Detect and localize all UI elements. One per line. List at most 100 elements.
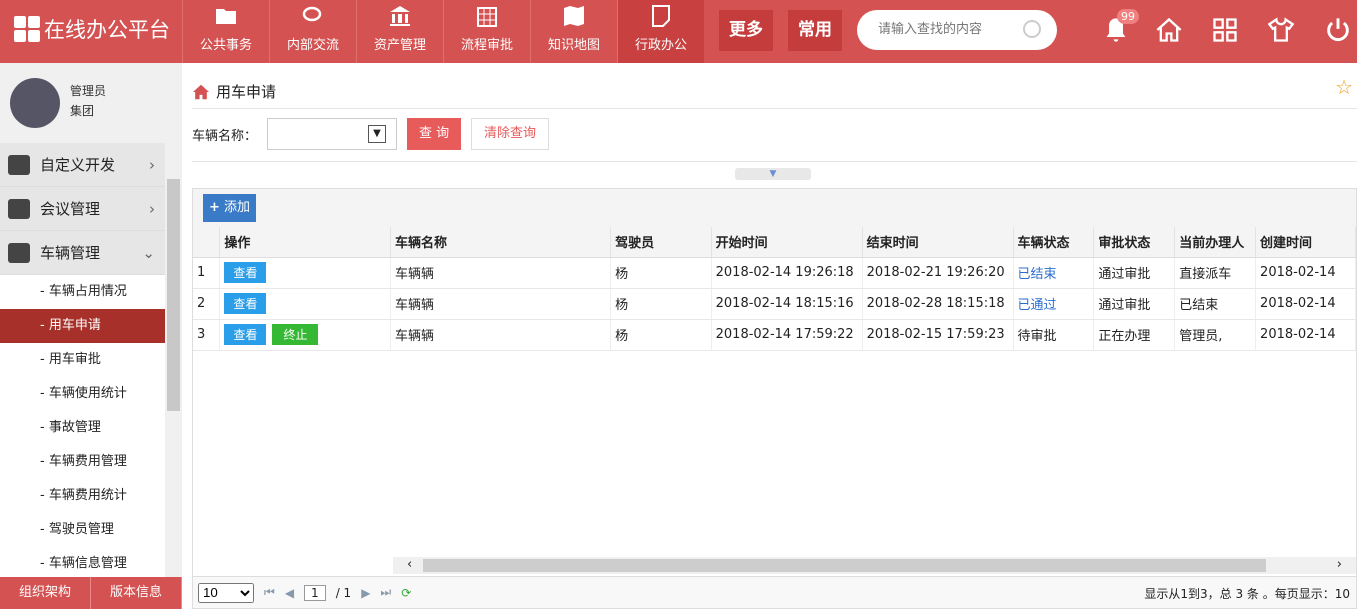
vehicle-name-select[interactable]: ▼ (267, 118, 398, 150)
cell-start: 2018-02-14 19:26:18 (711, 257, 863, 289)
sidebar-item[interactable]: - 事故管理 (0, 411, 165, 445)
org-structure-button[interactable]: 组织架构 (0, 577, 91, 609)
star-icon[interactable]: ☆ (1335, 75, 1353, 99)
page-input[interactable]: 1 (304, 584, 326, 601)
view-button[interactable]: 查看 (224, 293, 267, 314)
scroll-thumb[interactable] (167, 179, 180, 411)
cell-created: 2018-02-14 (1255, 257, 1356, 289)
scroll-left-icon[interactable]: ‹ (407, 557, 412, 572)
car-icon (8, 243, 30, 263)
end-text: 2018-02-15 17:59:23 (866, 327, 1005, 342)
avatar (10, 78, 60, 128)
grid-icon[interactable] (1211, 16, 1239, 44)
group-label: 自定义开发 (40, 156, 116, 174)
flag-icon (8, 199, 30, 219)
home-icon[interactable] (1155, 16, 1183, 44)
version-info-button[interactable]: 版本信息 (91, 577, 182, 609)
sidebar-scrollbar[interactable] (165, 143, 182, 577)
col-header[interactable]: 结束时间 (862, 227, 1014, 258)
search-input[interactable]: 请输入查找的内容 (857, 10, 1057, 50)
app-title: 在线办公平台 (44, 18, 170, 42)
horizontal-scrollbar[interactable]: ‹ › (393, 557, 1356, 574)
collapse-toggle[interactable]: ▼ (735, 168, 811, 180)
scroll-right-icon[interactable]: › (1337, 557, 1342, 572)
sidebar-group-meetings[interactable]: 会议管理 › (0, 187, 165, 231)
nav-internal-comm[interactable]: 内部交流 (269, 0, 356, 63)
sidebar-item-active[interactable]: - 用车申请 (0, 309, 165, 343)
pagination: 10 ⏮ ◀ 1 / 1 ▶ ⏭ ⟳ 显示从1到3，总 3 条 。每页显示：10 (193, 576, 1356, 608)
main-content: 用车申请 ☆ 车辆名称： ▼ 查 询 清除查询 ▼ + 添加 操作 车辆名称 驾… (182, 63, 1357, 609)
nav-assets[interactable]: 资产管理 (356, 0, 443, 63)
view-button[interactable]: 查看 (224, 324, 267, 345)
col-header[interactable]: 当前办理人 (1174, 227, 1257, 258)
created-text: 2018-02-14 (1260, 296, 1336, 311)
first-page-icon[interactable]: ⏮ (264, 585, 275, 600)
cell-start: 2018-02-14 17:59:22 (711, 319, 863, 351)
sidebar-item[interactable]: - 车辆信息管理 (0, 547, 165, 581)
refresh-icon[interactable]: ⟳ (401, 586, 411, 600)
nav-label: 流程审批 (460, 38, 513, 53)
search-icon[interactable] (1023, 20, 1041, 38)
cell-driver: 杨 (610, 288, 712, 320)
page-size-select[interactable]: 10 (198, 582, 254, 603)
shirt-icon[interactable] (1267, 16, 1295, 44)
logo: 在线办公平台 (14, 14, 170, 44)
next-page-icon[interactable]: ▶ (361, 586, 370, 600)
table-row[interactable]: 3 查看 终止 车辆辆杨 2018-02-14 17:59:22 2018-02-15 1… (193, 319, 1356, 351)
col-header (193, 227, 221, 258)
cell-driver: 杨 (610, 257, 712, 289)
add-button[interactable]: + 添加 (203, 194, 257, 222)
sidebar-item[interactable]: - 用车审批 (0, 343, 165, 377)
start-text: 2018-02-14 19:26:18 (715, 265, 854, 280)
nav-public-affairs[interactable]: 公共事务 (182, 0, 269, 63)
col-header[interactable]: 创建时间 (1255, 227, 1356, 258)
sidebar-item[interactable]: - 车辆占用情况 (0, 275, 165, 309)
col-header[interactable]: 车辆名称 (390, 227, 612, 258)
vehicle-table: 操作 车辆名称 驾驶员 开始时间 结束时间 车辆状态 审批状态 当前办理人 创建… (193, 227, 1356, 351)
sidebar-group-vehicles[interactable]: 车辆管理 ⌄ (0, 231, 165, 275)
sidebar-item[interactable]: - 车辆使用统计 (0, 377, 165, 411)
sidebar-item[interactable]: - 车辆费用统计 (0, 479, 165, 513)
cell-actions: 查看 (219, 288, 392, 320)
more-button[interactable]: 更多 (719, 10, 773, 51)
sidebar-group-custom-dev[interactable]: 自定义开发 › (0, 143, 165, 187)
no-text: 3 (197, 327, 206, 342)
name-text: 车辆辆 (395, 267, 435, 282)
end-text: 2018-02-28 18:15:18 (866, 296, 1005, 311)
clear-query-button[interactable]: 清除查询 (471, 118, 550, 150)
cell-end: 2018-02-28 18:15:18 (862, 288, 1014, 320)
vstatus-text: 已通过 (1017, 298, 1057, 313)
cell-vstatus: 已通过 (1013, 288, 1095, 320)
col-header[interactable]: 驾驶员 (610, 227, 712, 258)
table-row[interactable]: 2 查看 车辆辆 杨 2018-02-14 18:15:16 2018-02-28 18:… (193, 288, 1356, 320)
power-icon[interactable] (1324, 16, 1352, 44)
terminate-button[interactable]: 终止 (272, 324, 319, 345)
cell-driver: 杨 (610, 319, 712, 351)
view-button[interactable]: 查看 (224, 262, 267, 283)
table-row[interactable]: 1 查看 车辆辆 杨 2018-02-14 19:26:18 2018-02-21 19:… (193, 257, 1356, 289)
col-header[interactable]: 开始时间 (711, 227, 863, 258)
sidebar-item[interactable]: - 驾驶员管理 (0, 513, 165, 547)
nav-admin-office[interactable]: 行政办公 (617, 0, 704, 63)
cell-astatus: 正在办理 (1093, 319, 1176, 351)
no-text: 2 (197, 296, 206, 311)
prev-page-icon[interactable]: ◀ (285, 586, 294, 600)
last-page-icon[interactable]: ⏭ (380, 585, 391, 600)
query-button[interactable]: 查 询 (407, 118, 462, 150)
col-header[interactable]: 车辆状态 (1013, 227, 1095, 258)
cell-no: 1 (193, 257, 221, 289)
cell-handler: 已结束 (1174, 288, 1257, 320)
nav-knowledge-map[interactable]: 知识地图 (530, 0, 617, 63)
sidebar-item[interactable]: - 车辆费用管理 (0, 445, 165, 479)
main-nav: 公共事务 内部交流 资产管理 流程审批 知识地图 行政办公 (182, 0, 704, 63)
cell-start: 2018-02-14 18:15:16 (711, 288, 863, 320)
astatus-text: 通过审批 (1098, 267, 1151, 282)
col-header[interactable]: 审批状态 (1093, 227, 1176, 258)
nav-workflow[interactable]: 流程审批 (443, 0, 530, 63)
notification-badge: 99 (1117, 9, 1139, 24)
common-button[interactable]: 常用 (788, 10, 842, 51)
chevron-right-icon: › (149, 199, 155, 218)
handler-text: 管理员, (1179, 329, 1223, 344)
scroll-thumb[interactable] (423, 559, 1266, 572)
search-placeholder: 请输入查找的内容 (878, 22, 983, 37)
